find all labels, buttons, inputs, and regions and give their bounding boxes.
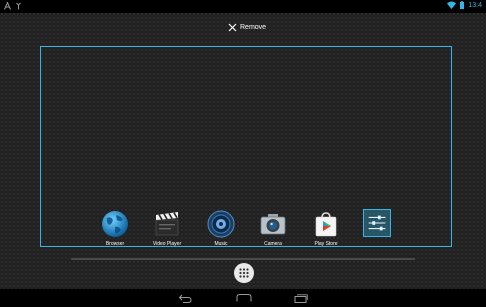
speaker-icon	[207, 210, 235, 238]
back-icon	[178, 294, 192, 303]
home-button[interactable]	[231, 291, 257, 305]
recent-apps-icon	[294, 293, 308, 303]
hotseat-divider	[71, 258, 415, 260]
globe-icon	[102, 211, 128, 237]
app-label: Browser	[105, 241, 125, 247]
app-camera[interactable]: Camera	[251, 209, 295, 247]
all-apps-button[interactable]	[234, 263, 254, 283]
app-browser[interactable]: Browser	[93, 209, 137, 247]
app-label: Play Store	[314, 241, 338, 247]
clapperboard-icon	[155, 212, 179, 236]
status-bar: 13:4	[0, 0, 486, 13]
play-store-bag-icon	[315, 212, 337, 237]
notification-signal-icon	[16, 2, 21, 10]
wifi-icon	[447, 1, 457, 9]
remove-label: Remove	[240, 23, 267, 31]
app-play-store[interactable]: Play Store	[304, 209, 348, 247]
app-label: Music	[214, 241, 228, 247]
settings-sliders-icon	[363, 209, 391, 237]
all-apps-grid-icon	[239, 268, 249, 278]
camera-icon	[260, 214, 286, 235]
back-button[interactable]	[172, 291, 198, 305]
recent-apps-button[interactable]	[288, 291, 314, 305]
app-label: Camera	[264, 241, 282, 247]
home-icon	[236, 294, 252, 302]
app-label: Video Player	[152, 241, 182, 247]
app-music[interactable]: Music	[199, 209, 243, 247]
status-clock: 13:4	[468, 1, 482, 9]
notification-a-icon	[4, 2, 11, 10]
battery-icon	[460, 1, 465, 9]
close-icon	[228, 23, 237, 31]
navigation-bar	[0, 289, 486, 307]
app-video-player[interactable]: Video Player	[145, 209, 189, 247]
app-settings-selected[interactable]	[355, 209, 399, 239]
remove-drop-target[interactable]: Remove	[228, 20, 266, 34]
